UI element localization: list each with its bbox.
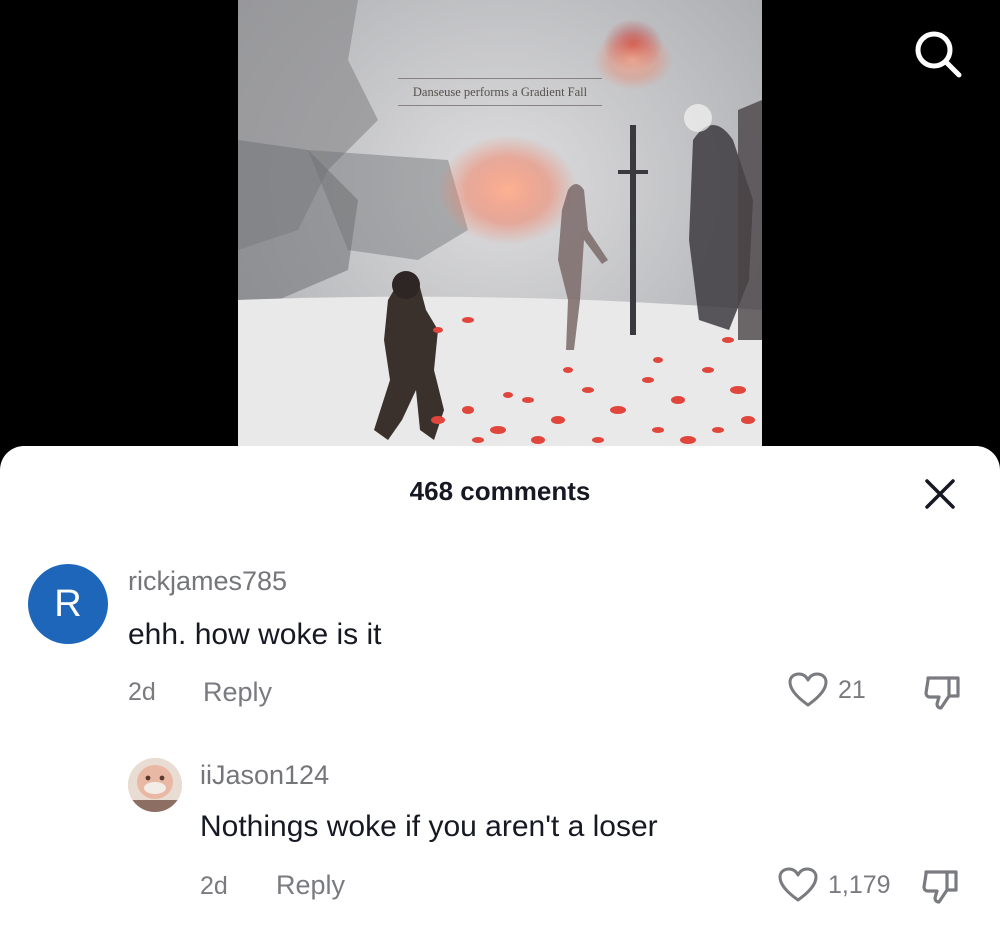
- like-count: 1,179: [828, 870, 891, 899]
- thumbs-down-icon: [922, 870, 958, 904]
- comment-text: Nothings woke if you aren't a loser: [200, 810, 658, 843]
- like-count: 21: [838, 675, 866, 704]
- video-player[interactable]: Danseuse performs a Gradient Fall: [0, 0, 1000, 460]
- search-icon: [915, 31, 962, 78]
- video-frame[interactable]: Danseuse performs a Gradient Fall: [238, 0, 762, 460]
- comment-timestamp: 2d: [200, 872, 228, 900]
- dislike-button[interactable]: [918, 864, 962, 908]
- close-icon: [925, 479, 955, 509]
- reply-button[interactable]: Reply: [203, 677, 272, 708]
- comments-count-title: 468 comments: [409, 476, 591, 506]
- comment-timestamp: 2d: [128, 678, 156, 706]
- like-button[interactable]: 21: [788, 672, 866, 708]
- comments-sheet: 468 comments R rickjames785 ehh. how wok…: [0, 446, 1000, 932]
- heart-icon: [778, 867, 818, 902]
- avatar-initial: R: [54, 582, 82, 625]
- heart-icon: [788, 672, 828, 707]
- comment-username[interactable]: iiJason124: [200, 760, 329, 791]
- search-button[interactable]: [906, 22, 970, 86]
- like-button[interactable]: 1,179: [778, 867, 891, 903]
- comment-username[interactable]: rickjames785: [128, 566, 287, 597]
- reply-button[interactable]: Reply: [276, 870, 345, 901]
- avatar[interactable]: R: [28, 564, 108, 644]
- close-button[interactable]: [918, 472, 962, 516]
- game-scene-illustration: [238, 0, 762, 460]
- game-event-caption: Danseuse performs a Gradient Fall: [398, 78, 602, 106]
- comment-text: ehh. how woke is it: [128, 618, 382, 651]
- thumbs-down-icon: [924, 676, 960, 710]
- avatar-photo: [128, 758, 182, 812]
- dislike-button[interactable]: [920, 670, 964, 714]
- avatar[interactable]: [128, 758, 182, 812]
